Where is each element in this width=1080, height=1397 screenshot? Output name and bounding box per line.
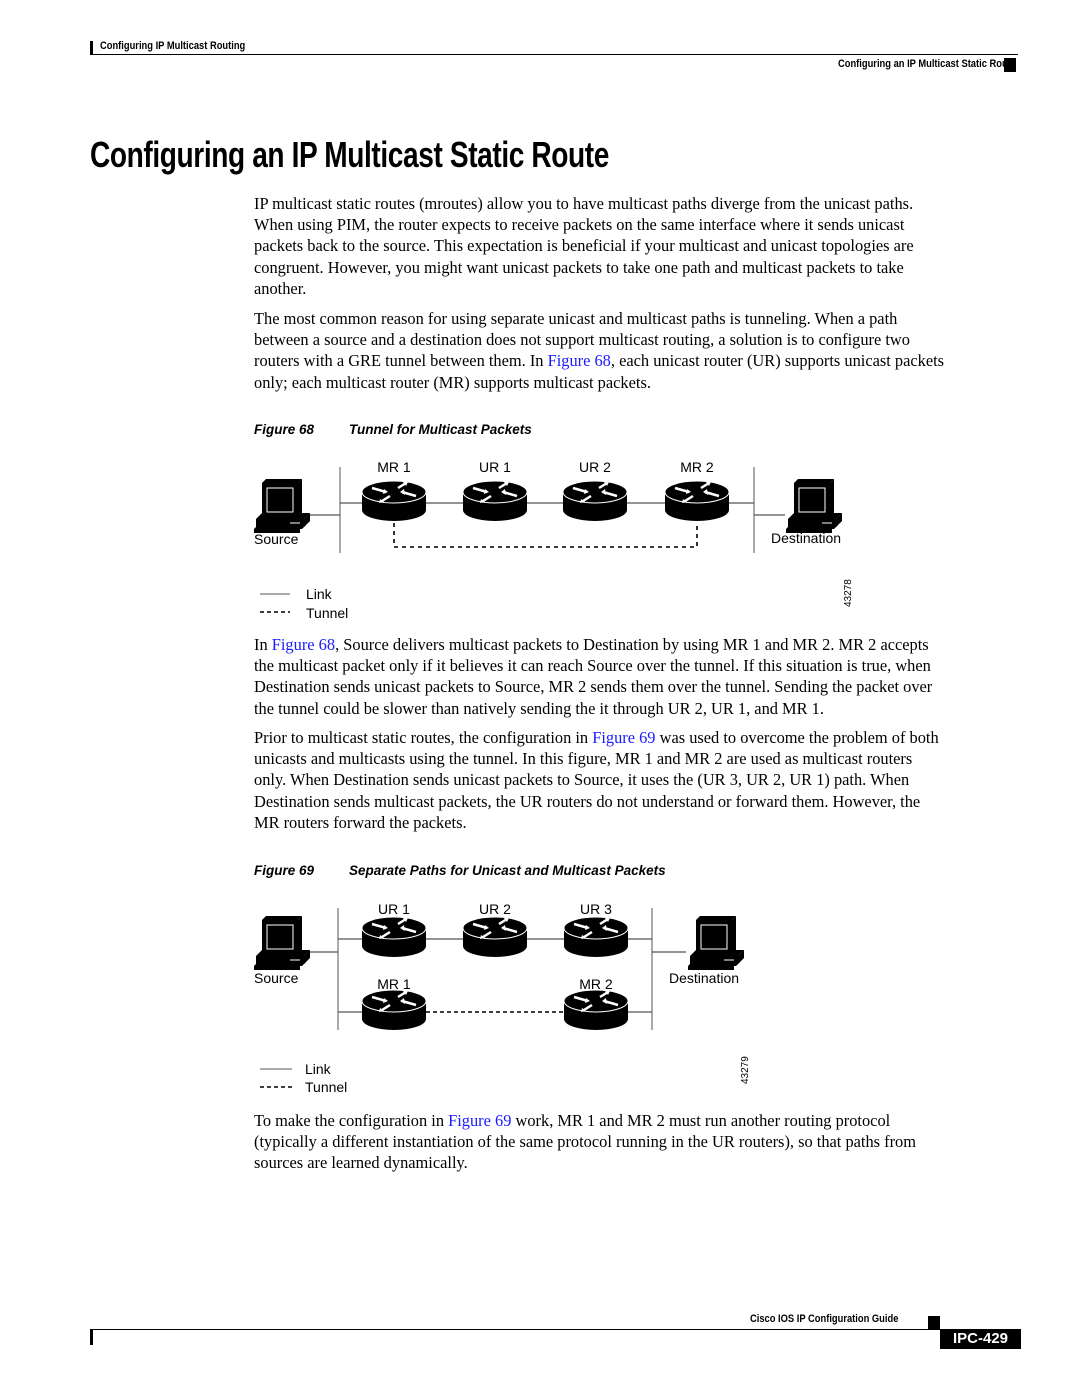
header-rule	[90, 54, 1018, 55]
figure-69-link[interactable]: Figure 69	[592, 728, 655, 747]
router-icon-ur3	[562, 915, 630, 959]
text-line: only; each multicast router (MR) support…	[254, 372, 651, 392]
router-label-mr1: MR 1	[377, 976, 411, 992]
footer-marker	[928, 1316, 940, 1329]
text-line: Prior to multicast static routes, the co…	[254, 727, 1044, 748]
paragraph-intro: IP multicast static routes (mroutes) all…	[254, 193, 1044, 299]
header-marker	[1004, 58, 1016, 72]
text-fragment: In	[254, 635, 272, 654]
text-line: unicasts and multicasts using the tunnel…	[254, 749, 913, 769]
legend-link-label: Link	[305, 1061, 332, 1077]
router-icon-mr1	[360, 479, 428, 523]
source-computer-icon	[253, 915, 311, 971]
router-icon-mr2	[562, 988, 630, 1032]
router-icon-ur2	[561, 479, 629, 523]
text-line: To make the configuration in Figure 69 w…	[254, 1110, 1044, 1131]
text-line: In Figure 68, Source delivers multicast …	[254, 634, 1044, 655]
footer-rule	[90, 1329, 940, 1330]
legend-tunnel-label: Tunnel	[306, 605, 348, 621]
text-line: (typically a different instantiation of …	[254, 1132, 916, 1152]
text-line: packets back to the source. This expecta…	[254, 236, 914, 256]
router-label-mr2: MR 2	[579, 976, 613, 992]
text-fragment: , each unicast router (UR) supports unic…	[610, 351, 945, 371]
destination-label: Destination	[771, 530, 841, 546]
source-computer-icon	[253, 478, 311, 534]
tunnel-line	[393, 523, 698, 548]
router-label-ur1: UR 1	[378, 901, 410, 917]
text-fragment: To make the configuration in	[254, 1111, 449, 1130]
text-line: Destination sends multicast packets, the…	[254, 791, 921, 811]
router-icon-ur1	[360, 915, 428, 959]
router-icon-ur1	[461, 479, 529, 523]
footer-guide-title: Cisco IOS IP Configuration Guide	[750, 1313, 899, 1325]
paragraph-figure68-explanation: In Figure 68, Source delivers multicast …	[254, 634, 1044, 719]
source-label: Source	[254, 531, 299, 547]
text-fragment: was used to overcome the problem of both	[655, 728, 939, 747]
figure-68-link[interactable]: Figure 68	[548, 351, 611, 370]
text-line: The most common reason for using separat…	[254, 309, 898, 328]
router-label-ur3: UR 3	[580, 901, 612, 917]
text-line: When using PIM, the router expects to re…	[254, 215, 905, 235]
text-line: the multicast packet only if it believes…	[254, 656, 931, 676]
figure-68-diagram: MR 1 UR 1 UR 2 MR 2 Source Destination L…	[253, 459, 854, 621]
router-icon-mr1	[360, 988, 428, 1032]
router-label-ur2: UR 2	[479, 901, 511, 917]
text-line: another.	[254, 278, 307, 298]
figure-68-caption: Figure 68 Tunnel for Multicast Packets	[254, 422, 532, 437]
text-line: between a source and a destination does …	[254, 330, 910, 350]
figure-art-id: 43278	[843, 579, 854, 607]
destination-label: Destination	[669, 970, 739, 986]
page-number: IPC-429	[940, 1329, 1021, 1349]
text-fragment: work, MR 1 and MR 2 must run another rou…	[511, 1111, 891, 1130]
router-icon-mr2	[663, 479, 731, 523]
router-label-mr1: MR 1	[377, 459, 411, 475]
figure-title: Tunnel for Multicast Packets	[349, 422, 532, 437]
text-fragment: Prior to multicast static routes, the co…	[254, 728, 593, 747]
text-line: congruent. However, you might want unica…	[254, 257, 904, 277]
header-bar	[90, 41, 93, 55]
text-line: the tunnel could be slower than natively…	[254, 698, 824, 718]
paragraph-tunneling: The most common reason for using separat…	[254, 308, 1044, 393]
figure-art-id: 43279	[740, 1056, 751, 1084]
router-label-ur1: UR 1	[479, 459, 511, 475]
router-label-ur2: UR 2	[579, 459, 611, 475]
figure-69-diagram: UR 1 UR 2 UR 3 MR 1 MR 2 Source Destinat…	[253, 901, 751, 1095]
figure-number: Figure 68	[254, 422, 315, 437]
text-line: routers with a GRE tunnel between them. …	[254, 350, 1044, 371]
router-label-mr2: MR 2	[680, 459, 714, 475]
destination-computer-icon	[687, 915, 745, 971]
figure-68-link[interactable]: Figure 68	[272, 635, 335, 654]
footer-bar	[90, 1330, 93, 1345]
text-line: Destination sends unicast packets to Sou…	[254, 677, 933, 697]
text-fragment: routers with a GRE tunnel between them. …	[254, 351, 548, 371]
legend-tunnel-label: Tunnel	[305, 1079, 347, 1095]
paragraph-figure69-intro: Prior to multicast static routes, the co…	[254, 727, 1044, 833]
text-fragment: , Source delivers multicast packets to D…	[335, 635, 929, 654]
figure-69-caption: Figure 69 Separate Paths for Unicast and …	[254, 863, 666, 878]
page-title: Configuring an IP Multicast Static Route	[90, 134, 609, 175]
section-header: Configuring an IP Multicast Static Route	[838, 58, 1017, 70]
paragraph-configuration-note: To make the configuration in Figure 69 w…	[254, 1110, 1044, 1174]
figure-title: Separate Paths for Unicast and Multicast…	[349, 863, 666, 878]
text-line: MR routers forward the packets.	[254, 812, 467, 832]
chapter-header: Configuring IP Multicast Routing	[100, 40, 246, 52]
figure-number: Figure 69	[254, 863, 315, 878]
destination-computer-icon	[785, 478, 843, 534]
legend-link-label: Link	[306, 586, 333, 602]
figure-69-link[interactable]: Figure 69	[448, 1111, 511, 1130]
text-line: IP multicast static routes (mroutes) all…	[254, 194, 914, 213]
text-line: only. When Destination sends unicast pac…	[254, 770, 910, 790]
text-line: sources are learned dynamically.	[254, 1153, 468, 1173]
source-label: Source	[254, 970, 299, 986]
router-icon-ur2	[461, 915, 529, 959]
